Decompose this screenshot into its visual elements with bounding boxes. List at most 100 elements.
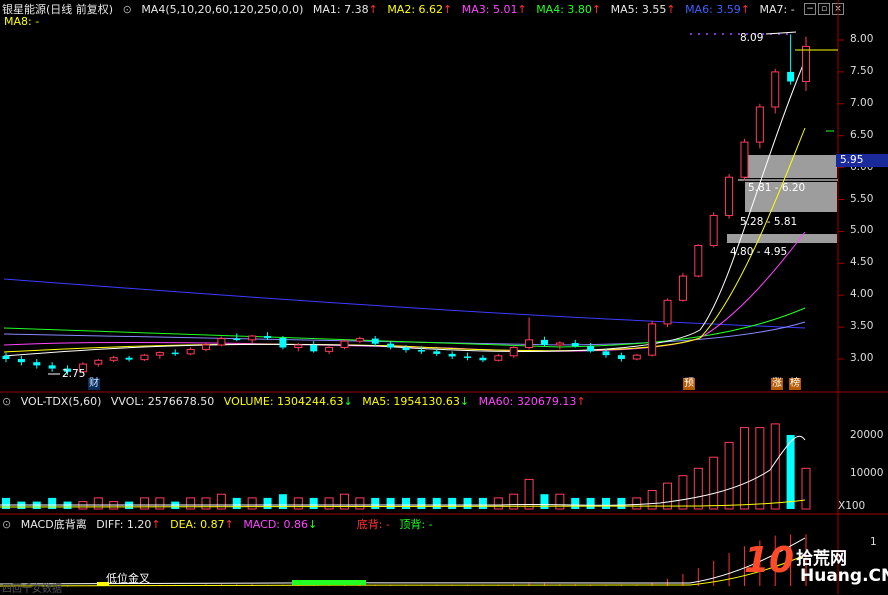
- candle: [725, 173, 734, 219]
- volume-bar: [602, 497, 610, 509]
- volume-bar: [739, 427, 749, 510]
- candle: [140, 353, 149, 361]
- volume-bar: [463, 497, 472, 509]
- candle: [755, 103, 764, 149]
- candle: [371, 336, 379, 347]
- volume-axis-20000: 20000: [850, 429, 884, 441]
- volume-bar: [663, 482, 673, 510]
- volume-bar: [571, 497, 580, 509]
- candle: [279, 336, 287, 350]
- high-price-label: 8.09: [740, 32, 764, 44]
- macd-header: ⊙ MACD底背离 DIFF: 1.20↑ DEA: 0.87↑ MACD: 0…: [2, 516, 439, 532]
- candle: [479, 355, 487, 363]
- candle: [771, 68, 780, 114]
- volume-bar: [617, 497, 626, 509]
- candle: [48, 362, 56, 372]
- candle: [325, 346, 334, 354]
- candle: [494, 353, 503, 362]
- watermark-logo: 10: [744, 540, 795, 581]
- volume-axis-10000: 10000: [850, 467, 884, 479]
- bottom-divergence-value: 底背: -: [356, 518, 390, 531]
- volume-bar: [709, 456, 719, 510]
- candle: [802, 36, 810, 92]
- ma1-line: [3, 59, 806, 357]
- candle: [355, 336, 364, 344]
- candle: [694, 244, 703, 278]
- price-axis-label: 4.00: [850, 288, 874, 301]
- tag-zhang[interactable]: 涨: [771, 378, 783, 390]
- macd-bottom-text: 四回千女数据: [2, 584, 62, 595]
- candle: [525, 317, 534, 350]
- watermark-url: Huang.CN: [800, 566, 888, 586]
- volume-bar: [386, 497, 395, 509]
- golden-cross-label: 低位金叉: [106, 572, 150, 585]
- candle: [94, 359, 103, 367]
- candle: [109, 355, 118, 363]
- price-axis-label: 3.00: [850, 352, 874, 364]
- volume-bar: [478, 497, 487, 509]
- zone-581-620: [745, 155, 837, 178]
- candle: [233, 333, 241, 342]
- vvol-value: VVOL: 2576678.50: [110, 395, 215, 408]
- zone-480-495: [727, 234, 837, 243]
- vol-ma60-value: MA60: 320679.13↑: [478, 395, 586, 408]
- volume-bar: [355, 497, 365, 510]
- tag-bang[interactable]: 榜: [789, 378, 801, 390]
- macd-axis-1: 1: [870, 536, 877, 548]
- candle: [2, 352, 10, 363]
- candle: [555, 341, 564, 350]
- price-axis-label: 6.50: [850, 128, 874, 141]
- dea-value: DEA: 0.87↑: [170, 518, 234, 531]
- volume-bar: [155, 497, 165, 510]
- price-chart[interactable]: [0, 0, 888, 594]
- candle: [663, 298, 672, 328]
- volume-bar: [755, 427, 765, 510]
- diff-value: DIFF: 1.20↑: [96, 518, 161, 531]
- macd-indicator-title[interactable]: MACD底背离: [21, 518, 87, 531]
- candle: [648, 320, 657, 357]
- ma2-line: [3, 127, 806, 353]
- volume-bar: [493, 497, 503, 510]
- candle: [632, 353, 641, 361]
- volume-bar: [509, 493, 519, 510]
- volume-bar: [555, 493, 565, 510]
- candle: [186, 347, 195, 356]
- vol-ma5-value: MA5: 1954130.63↓: [362, 395, 470, 408]
- candle: [464, 352, 472, 361]
- tag-cai[interactable]: 财: [88, 378, 100, 390]
- candle: [709, 212, 718, 248]
- price-axis-label: 8.00: [850, 33, 874, 45]
- volume-header: ⊙ VOL-TDX(5,60) VVOL: 2576678.50 VOLUME:…: [2, 395, 592, 408]
- candle: [387, 341, 395, 350]
- candle: [17, 355, 25, 366]
- candle: [310, 341, 318, 353]
- volume-bar: [309, 497, 318, 509]
- volume-bar: [293, 497, 303, 510]
- candle: [155, 351, 164, 359]
- volume-bar: [402, 497, 410, 509]
- volume-bar: [632, 497, 642, 510]
- candle: [617, 352, 625, 362]
- volume-bar: [371, 497, 380, 509]
- volume-unit-label: X100: [838, 500, 866, 512]
- candle: [433, 348, 441, 356]
- macd-dropdown-icon[interactable]: ⊙: [2, 518, 11, 531]
- zone-label-2: 5.28 - 5.81: [740, 216, 798, 228]
- volume-dropdown-icon[interactable]: ⊙: [2, 395, 11, 408]
- volume-bar: [786, 435, 795, 509]
- candle: [448, 351, 456, 359]
- price-axis-label: 7.00: [850, 96, 874, 109]
- candle: [248, 334, 257, 344]
- candle: [540, 336, 548, 347]
- tag-yu[interactable]: 预: [683, 378, 695, 390]
- volume-bar: [417, 497, 426, 509]
- vol-ma5-line: [0, 435, 806, 506]
- price-axis-label: 5.00: [850, 224, 874, 237]
- candle: [171, 349, 179, 356]
- candle: [217, 336, 226, 347]
- volume-indicator-title[interactable]: VOL-TDX(5,60): [21, 395, 102, 408]
- volume-bar: [678, 475, 688, 510]
- volume-value: VOLUME: 1304244.63↓: [223, 395, 353, 408]
- volume-bar: [139, 497, 149, 510]
- ma4-line: [3, 307, 806, 348]
